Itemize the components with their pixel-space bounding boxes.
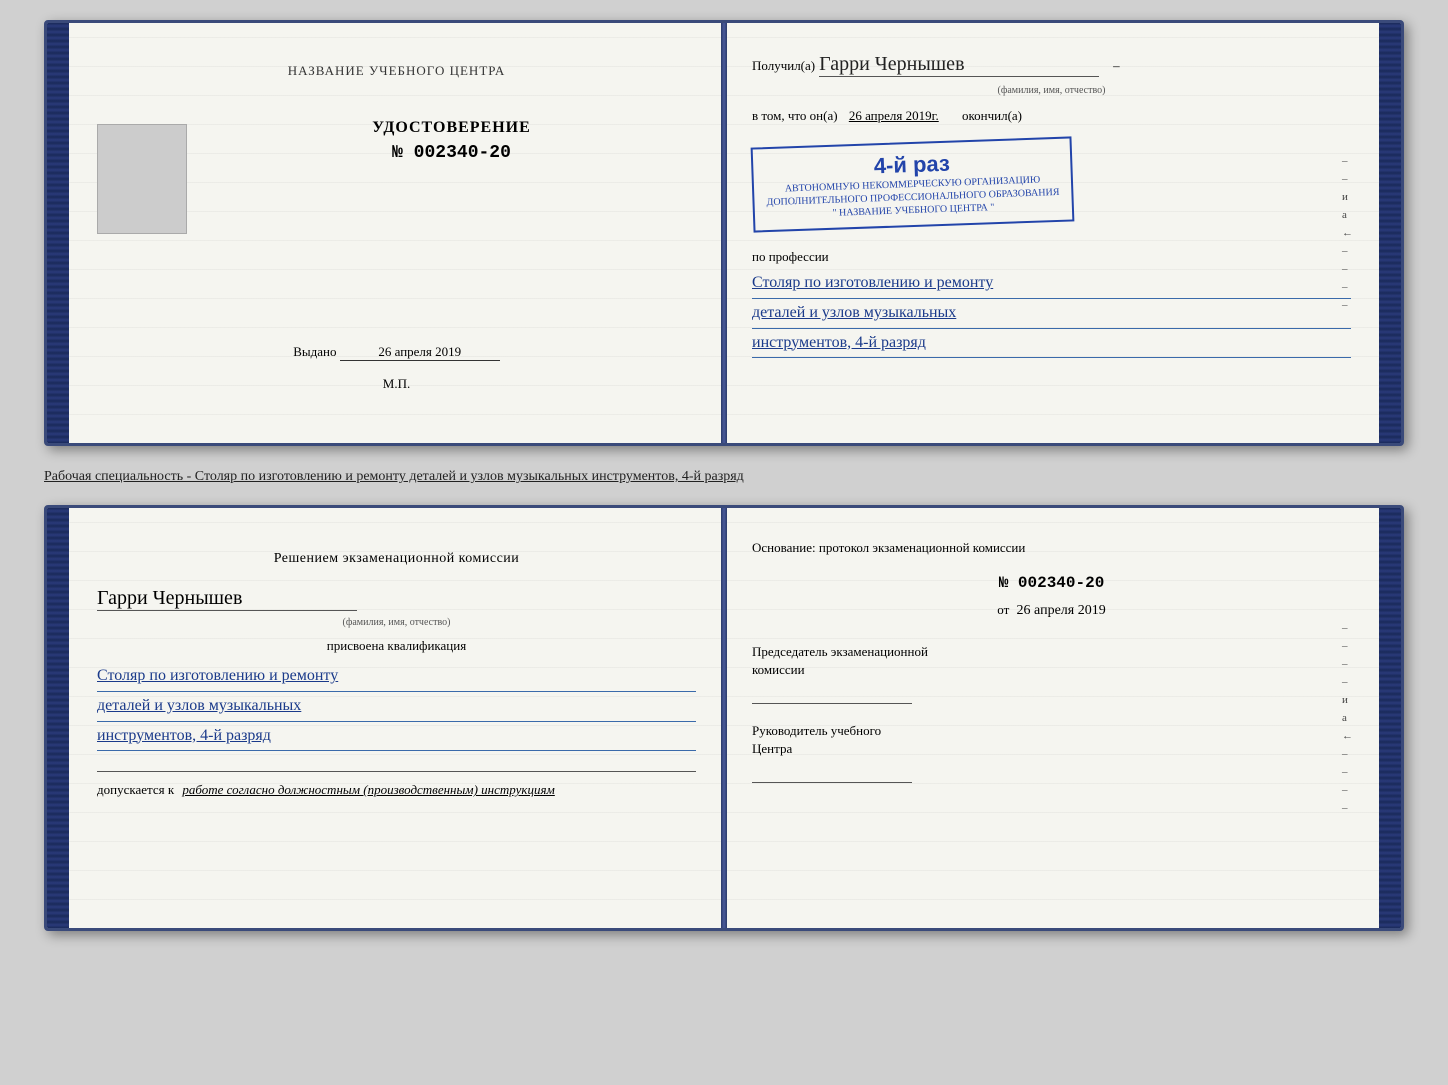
vtom-date: 26 апреля 2019г. bbox=[849, 108, 939, 123]
protocol-number: № 002340-20 bbox=[752, 574, 1351, 592]
person-name: Гарри Чернышев bbox=[97, 587, 357, 611]
received-prefix: Получил(а) bbox=[752, 58, 815, 73]
received-line: Получил(а) Гарри Чернышев – bbox=[752, 53, 1351, 77]
vtom-line: в том, что он(а) 26 апреля 2019г. окончи… bbox=[752, 108, 1351, 124]
qualification-text: Столяр по изготовлению и ремонту деталей… bbox=[97, 662, 696, 751]
issued-date: 26 апреля 2019 bbox=[340, 344, 500, 361]
head-signature-line bbox=[752, 763, 912, 783]
head-title: Руководитель учебного Центра bbox=[752, 722, 1351, 758]
book-right-cover-2 bbox=[1379, 508, 1401, 928]
protocol-date-prefix: от bbox=[997, 602, 1009, 617]
stamp-container: 4-й раз АВТОНОМНУЮ НЕКОММЕРЧЕСКУЮ ОРГАНИ… bbox=[752, 134, 1351, 235]
institution-name-container: НАЗВАНИЕ УЧЕБНОГО ЦЕНТРА bbox=[97, 63, 696, 79]
page-right-1: Получил(а) Гарри Чернышев – (фамилия, им… bbox=[724, 23, 1379, 443]
book-left-cover bbox=[47, 23, 69, 443]
separator-line bbox=[97, 771, 696, 772]
assigned-text: присвоена квалификация bbox=[97, 638, 696, 654]
side-letters-1: – – и а ← – – – – bbox=[1342, 155, 1353, 311]
book-right-cover bbox=[1379, 23, 1401, 443]
side-letters-2: – – – – и а ← – – – – bbox=[1342, 622, 1353, 814]
recipient-name: Гарри Чернышев bbox=[819, 53, 1099, 77]
person-name-container: Гарри Чернышев bbox=[97, 587, 696, 615]
basis-text: Основание: протокол экзаменационной коми… bbox=[752, 538, 1351, 558]
head-line2: Центра bbox=[752, 741, 792, 756]
cert-issued-container: Выдано 26 апреля 2019 bbox=[97, 344, 696, 361]
profession-line1: Столяр по изготовлению и ремонту деталей… bbox=[752, 269, 1351, 358]
chairman-line2: комиссии bbox=[752, 662, 805, 677]
allowed-text: допускается к работе согласно должностны… bbox=[97, 782, 696, 798]
page-left-1: НАЗВАНИЕ УЧЕБНОГО ЦЕНТРА УДОСТОВЕРЕНИЕ №… bbox=[69, 23, 724, 443]
issued-label: Выдано bbox=[293, 344, 336, 359]
cert-photo-placeholder bbox=[97, 124, 187, 234]
document-book-2: Решением экзаменационной комиссии Гарри … bbox=[44, 505, 1404, 931]
protocol-date: 26 апреля 2019 bbox=[1017, 603, 1106, 618]
mp-label: М.П. bbox=[97, 376, 696, 392]
vtom-prefix: в том, что он(а) bbox=[752, 108, 838, 123]
allowed-prefix: допускается к bbox=[97, 782, 174, 797]
chairman-signature-line bbox=[752, 684, 912, 704]
fio-label-1: (фамилия, имя, отчество) bbox=[752, 85, 1351, 96]
page-right-2: Основание: протокол экзаменационной коми… bbox=[724, 508, 1379, 928]
po-professii: по профессии bbox=[752, 249, 1351, 265]
page-left-2: Решением экзаменационной комиссии Гарри … bbox=[69, 508, 724, 928]
book-left-cover-2 bbox=[47, 508, 69, 928]
institution-name: НАЗВАНИЕ УЧЕБНОГО ЦЕНТРА bbox=[97, 63, 696, 79]
section-title: Решением экзаменационной комиссии bbox=[97, 548, 696, 569]
document-book-1: НАЗВАНИЕ УЧЕБНОГО ЦЕНТРА УДОСТОВЕРЕНИЕ №… bbox=[44, 20, 1404, 446]
chairman-line1: Председатель экзаменационной bbox=[752, 644, 928, 659]
stamp-box: 4-й раз АВТОНОМНУЮ НЕКОММЕРЧЕСКУЮ ОРГАНИ… bbox=[751, 136, 1075, 232]
protocol-date-line: от 26 апреля 2019 bbox=[752, 602, 1351, 619]
head-line1: Руководитель учебного bbox=[752, 723, 881, 738]
fio-label-2: (фамилия, имя, отчество) bbox=[97, 617, 696, 628]
dash1: – bbox=[1113, 58, 1120, 73]
okoncil: окончил(а) bbox=[962, 108, 1022, 123]
allowed-italic: работе согласно должностным (производств… bbox=[182, 782, 554, 797]
chairman-title: Председатель экзаменационной комиссии bbox=[752, 643, 1351, 679]
caption-text: Рабочая специальность - Столяр по изгото… bbox=[44, 466, 1404, 487]
cert-body: УДОСТОВЕРЕНИЕ № 002340-20 bbox=[97, 119, 696, 234]
